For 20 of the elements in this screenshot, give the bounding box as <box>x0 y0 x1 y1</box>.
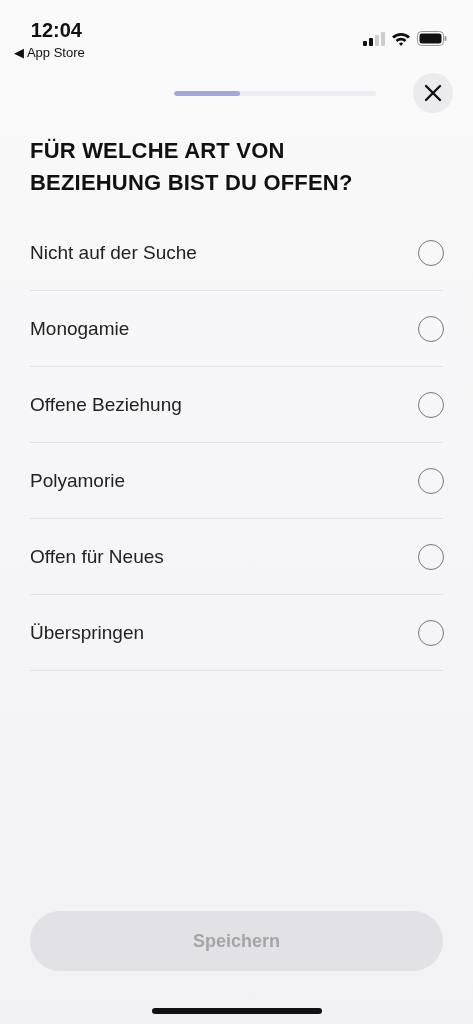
signal-icon <box>363 31 385 46</box>
option-label: Offen für Neues <box>30 545 164 568</box>
option-label: Polyamorie <box>30 469 126 492</box>
option-row[interactable]: Nicht auf der Suche <box>30 215 443 291</box>
option-row[interactable]: Monogamie <box>30 291 443 367</box>
back-to-app-store-link[interactable]: ◀ App Store <box>14 45 85 60</box>
status-time: 12:04 <box>30 19 82 42</box>
wifi-icon <box>391 31 411 46</box>
option-label: Überspringen <box>30 621 145 644</box>
option-row[interactable]: Überspringen <box>30 595 443 671</box>
option-label: Nicht auf der Suche <box>30 241 197 264</box>
option-row[interactable]: Offen für Neues <box>30 519 443 595</box>
option-label: Offene Beziehung <box>30 393 182 416</box>
close-icon <box>424 84 442 102</box>
question-title: FÜR WELCHE ART VON BEZIEHUNG BIST DU OFFEN? <box>30 137 354 197</box>
option-row[interactable]: Polyamorie <box>30 443 443 519</box>
option-label: Monogamie <box>30 317 130 340</box>
battery-icon <box>417 31 447 46</box>
option-row[interactable]: Offene Beziehung <box>30 367 443 443</box>
close-button[interactable] <box>413 73 453 113</box>
